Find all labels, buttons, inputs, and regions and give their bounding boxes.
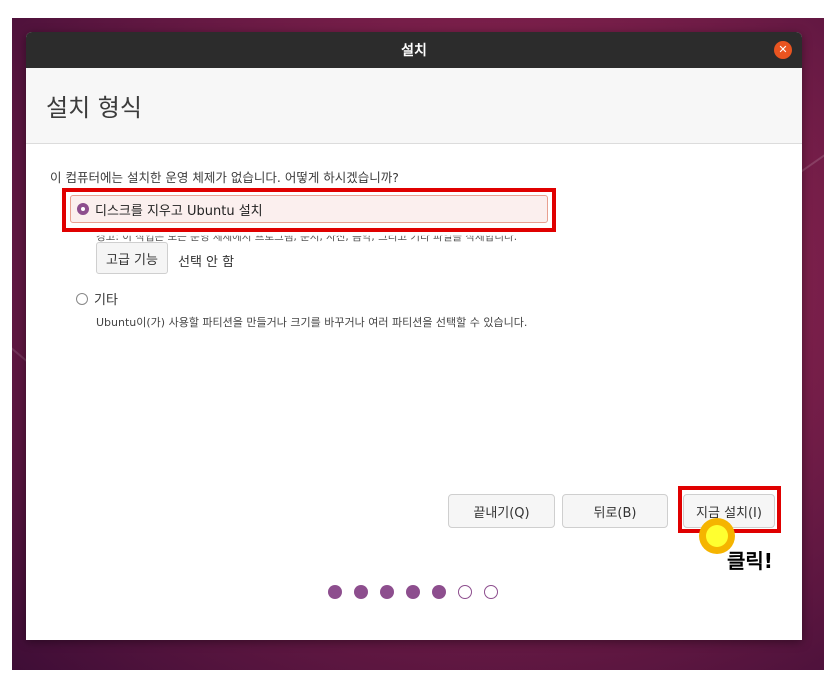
progress-dot-complete xyxy=(406,585,420,599)
close-button[interactable]: ✕ xyxy=(774,41,792,59)
progress-dot-complete xyxy=(328,585,342,599)
window-title: 설치 xyxy=(401,43,427,59)
back-button[interactable]: 뒤로(B) xyxy=(562,494,668,528)
close-icon: ✕ xyxy=(778,43,788,56)
click-annotation: 클릭! xyxy=(727,549,773,573)
progress-dot-pending xyxy=(484,585,498,599)
radio-unchecked-icon[interactable] xyxy=(76,292,88,305)
option-erase-disk[interactable]: 디스크를 지우고 Ubuntu 설치 xyxy=(70,195,548,223)
progress-dot-complete xyxy=(432,585,446,599)
progress-dot-pending xyxy=(458,585,472,599)
option-erase-disk-label: 디스크를 지우고 Ubuntu 설치 xyxy=(95,203,263,219)
page-title: 설치 형식 xyxy=(46,94,142,122)
radio-checked-icon[interactable] xyxy=(77,203,89,215)
page-header: 설치 형식 xyxy=(26,68,802,144)
title-bar: 설치 ✕ xyxy=(26,32,802,68)
progress-dots xyxy=(328,585,498,599)
advanced-features-button[interactable]: 고급 기능 xyxy=(96,242,168,274)
option-something-else-label: 기타 xyxy=(94,293,118,308)
option-something-else[interactable]: 기타 xyxy=(76,289,118,308)
installer-window: 설치 ✕ 설치 형식 이 컴퓨터에는 설치한 운영 체제가 없습니다. 어떻게 … xyxy=(26,32,802,640)
option-something-else-description: Ubuntu이(가) 사용할 파티션을 만들거나 크기를 바꾸거나 여러 파티션… xyxy=(96,316,528,329)
advanced-features-value: 선택 안 함 xyxy=(178,255,235,270)
quit-button[interactable]: 끝내기(Q) xyxy=(448,494,555,528)
progress-dot-complete xyxy=(380,585,394,599)
install-question: 이 컴퓨터에는 설치한 운영 체제가 없습니다. 어떻게 하시겠습니까? xyxy=(50,170,399,185)
progress-dot-complete xyxy=(354,585,368,599)
